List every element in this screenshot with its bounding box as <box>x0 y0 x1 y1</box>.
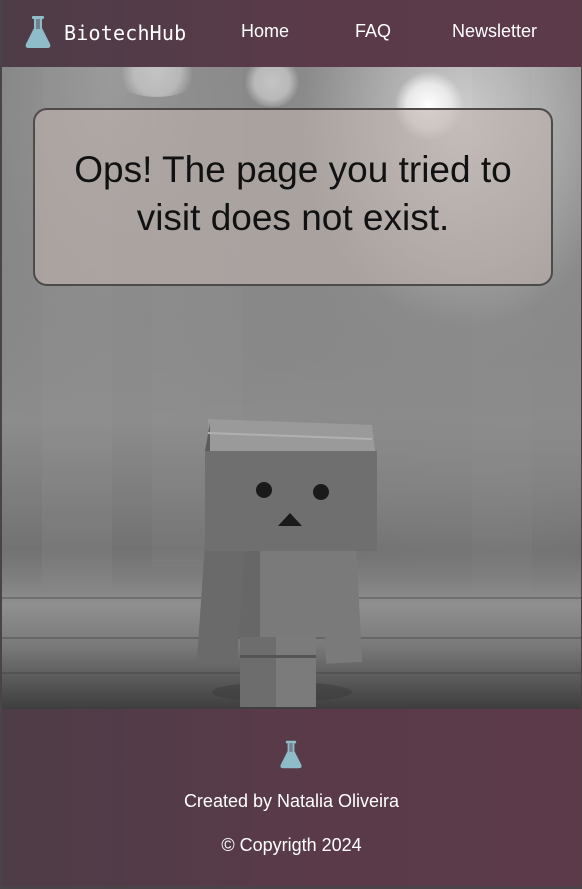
navbar: BiotechHub Home FAQ Newsletter <box>2 0 581 67</box>
error-message: Ops! The page you tried to visit does no… <box>74 149 512 238</box>
not-found-page: BiotechHub Home FAQ Newsletter Ops! The … <box>0 0 582 889</box>
error-message-card: Ops! The page you tried to visit does no… <box>33 108 553 286</box>
footer: Created by Natalia Oliveira © Copyrigth … <box>2 709 581 886</box>
nav-link-faq[interactable]: FAQ <box>355 21 391 42</box>
flask-icon <box>280 740 302 769</box>
brand-name: BiotechHub <box>64 21 187 45</box>
flask-icon <box>25 16 51 48</box>
nav-link-newsletter[interactable]: Newsletter <box>452 21 537 42</box>
hero-background-image: Ops! The page you tried to visit does no… <box>2 67 581 709</box>
footer-copyright: © Copyrigth 2024 <box>221 835 362 855</box>
footer-credit: Created by Natalia Oliveira <box>183 791 400 811</box>
nav-link-home[interactable]: Home <box>241 21 289 42</box>
brand-logo-link[interactable]: BiotechHub <box>24 14 186 50</box>
